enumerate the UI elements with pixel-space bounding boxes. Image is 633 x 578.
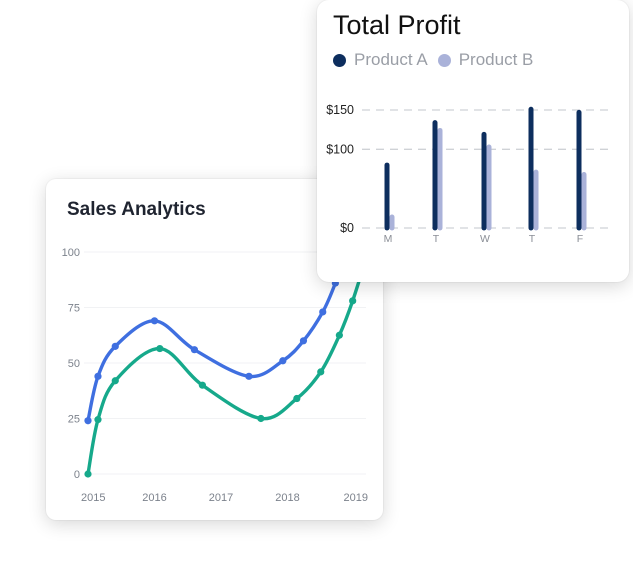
profit-y-tick-label: $150 — [326, 103, 354, 117]
sales-data-point — [335, 331, 343, 339]
sales-data-point — [150, 317, 159, 325]
sales-data-point — [349, 297, 357, 305]
sales-data-point — [111, 342, 119, 350]
profit-x-tick-label: F — [577, 233, 583, 245]
x-tick-label: 2017 — [209, 492, 233, 504]
x-tick-label: 2018 — [275, 492, 299, 504]
sales-data-point — [84, 470, 92, 478]
total-profit-card: Total Profit Product A Product B $0 $100 $… — [317, 0, 629, 282]
y-tick-label: 25 — [68, 414, 80, 426]
profit-y-tick-label: $100 — [326, 142, 354, 156]
profit-bar-chart: $0 $100 $150 M T W T F — [326, 103, 612, 245]
y-tick-label: 100 — [62, 247, 80, 259]
x-tick-label: 2016 — [142, 492, 166, 504]
profit-x-tick-label: T — [433, 233, 440, 245]
y-tick-label: 0 — [74, 469, 80, 481]
y-tick-label: 75 — [68, 303, 80, 315]
x-tick-label: 2015 — [81, 492, 105, 504]
sales-data-point — [279, 357, 287, 365]
profit-x-tick-label: M — [384, 233, 393, 245]
sales-data-point — [317, 368, 325, 376]
profit-x-tick-label: W — [480, 233, 490, 245]
y-tick-label: 50 — [68, 358, 80, 370]
sales-data-point — [84, 417, 92, 425]
profit-y-tick-label: $0 — [340, 221, 354, 235]
sales-data-point — [198, 381, 206, 389]
sales-data-point — [156, 344, 164, 353]
sales-series-line-1 — [86, 235, 354, 423]
profit-x-tick-label: T — [529, 233, 536, 245]
sales-data-point — [111, 377, 119, 385]
sales-data-point — [293, 394, 301, 403]
sales-data-point — [190, 346, 198, 354]
sales-data-point — [94, 372, 102, 380]
sales-data-point — [319, 308, 327, 316]
x-tick-label: 2019 — [344, 492, 368, 504]
sales-data-point — [94, 416, 102, 424]
sales-data-point — [257, 414, 265, 423]
sales-data-point — [299, 337, 308, 345]
sales-data-point — [245, 372, 253, 380]
